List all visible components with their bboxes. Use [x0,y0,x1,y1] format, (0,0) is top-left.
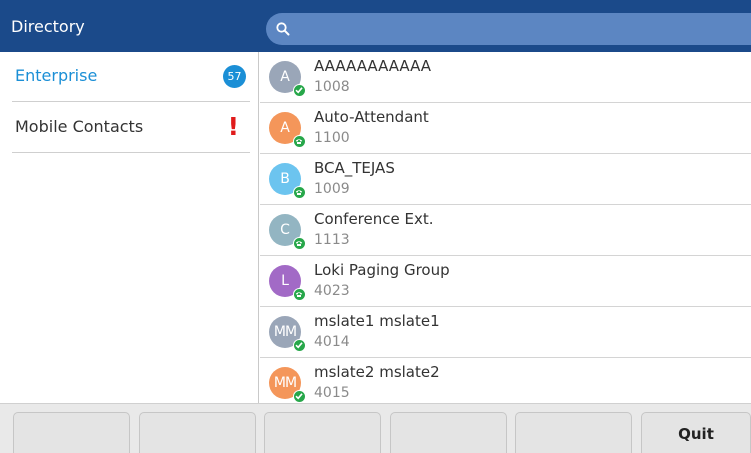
sidebar-item-label: Enterprise [15,66,98,85]
presence-phone-icon [293,135,306,148]
softkey-label: Quit [678,425,714,443]
list-item[interactable]: L Loki Paging Group 4023 [260,256,751,307]
search-icon [276,22,290,36]
sidebar-item-label: Mobile Contacts [15,117,144,136]
list-item[interactable]: A AAAAAAAAAAA 1008 [260,52,751,103]
list-item[interactable]: B BCA_TEJAS 1009 [260,154,751,205]
contact-extension: 4023 [314,283,350,299]
directory-sidebar: Enterprise 57 Mobile Contacts ! [0,52,259,403]
alert-icon: ! [227,112,239,141]
softkey-5[interactable] [515,412,632,453]
presence-phone-icon [293,237,306,250]
sidebar-item-enterprise[interactable]: Enterprise 57 [12,52,250,102]
presence-phone-icon [293,288,306,301]
header-bar: Directory [0,0,751,52]
contact-name: Loki Paging Group [314,261,450,279]
contact-name: BCA_TEJAS [314,159,395,177]
softkey-1[interactable] [13,412,130,453]
presence-phone-icon [293,186,306,199]
list-item[interactable]: MM mslate2 mslate2 4015 [260,358,751,403]
contact-extension: 1113 [314,232,350,248]
contact-list[interactable]: A AAAAAAAAAAA 1008 A Auto-Attendant 1100… [260,52,751,403]
presence-available-icon [293,339,306,352]
list-item[interactable]: MM mslate1 mslate1 4014 [260,307,751,358]
count-badge: 57 [223,65,246,88]
contact-name: AAAAAAAAAAA [314,57,432,75]
softkey-2[interactable] [139,412,256,453]
contact-extension: 4014 [314,334,350,350]
page-title: Directory [11,17,85,36]
contact-extension: 1100 [314,130,350,146]
contact-name: mslate1 mslate1 [314,312,440,330]
quit-button[interactable]: Quit [641,412,751,453]
search-input[interactable] [266,13,751,45]
contact-name: Conference Ext. [314,210,434,228]
presence-available-icon [293,84,306,97]
contact-name: mslate2 mslate2 [314,363,440,381]
list-item[interactable]: C Conference Ext. 1113 [260,205,751,256]
list-item[interactable]: A Auto-Attendant 1100 [260,103,751,154]
presence-available-icon [293,390,306,403]
contact-name: Auto-Attendant [314,108,429,126]
softkey-4[interactable] [390,412,507,453]
sidebar-item-mobile-contacts[interactable]: Mobile Contacts ! [12,103,250,153]
softkey-3[interactable] [264,412,381,453]
contact-extension: 1009 [314,181,350,197]
softkey-bar: Quit [0,403,751,453]
contact-extension: 1008 [314,79,350,95]
contact-extension: 4015 [314,385,350,401]
